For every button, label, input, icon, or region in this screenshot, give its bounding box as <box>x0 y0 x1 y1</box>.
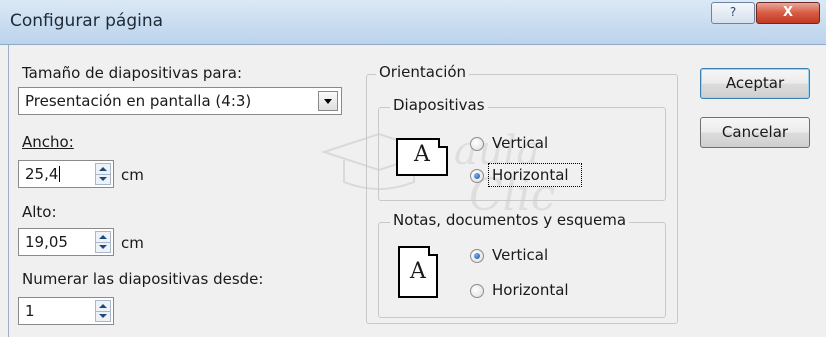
width-value: 25,4 <box>25 165 59 183</box>
height-unit: cm <box>121 234 144 252</box>
height-decrement-icon[interactable] <box>96 242 110 252</box>
width-unit: cm <box>121 166 144 184</box>
slides-horizontal-radio[interactable] <box>470 169 484 183</box>
window-title: Configurar página <box>10 11 164 31</box>
notes-vertical-radio[interactable] <box>470 249 484 263</box>
notes-horizontal-label[interactable]: Horizontal <box>492 281 569 299</box>
numbering-spinner[interactable]: 1 <box>18 297 114 325</box>
text-caret <box>59 166 61 182</box>
notes-horizontal-radio[interactable] <box>470 284 484 298</box>
width-spinner[interactable]: 25,4 <box>18 160 114 188</box>
slide-size-label: Tamaño de diapositivas para: <box>22 64 243 82</box>
numbering-value: 1 <box>25 302 35 320</box>
height-value: 19,05 <box>25 233 68 251</box>
height-label: Alto: <box>22 203 57 221</box>
orientation-title: Orientación <box>376 63 470 81</box>
portrait-page-icon: A <box>398 246 438 298</box>
slides-title: Diapositivas <box>390 96 488 114</box>
chevron-down-icon[interactable] <box>318 91 338 111</box>
cancel-button[interactable]: Cancelar <box>700 117 810 148</box>
width-decrement-icon[interactable] <box>96 174 110 184</box>
height-spinner[interactable]: 19,05 <box>18 228 114 256</box>
slides-vertical-radio[interactable] <box>470 137 484 151</box>
numbering-decrement-icon[interactable] <box>96 311 110 321</box>
slides-vertical-label[interactable]: Vertical <box>492 134 548 152</box>
page-icon-letter: A <box>410 259 426 284</box>
help-button[interactable]: ? <box>711 2 755 24</box>
ok-button[interactable]: Aceptar <box>700 68 810 99</box>
notes-title: Notas, documentos y esquema <box>390 211 630 229</box>
close-button[interactable]: X <box>756 2 820 24</box>
title-bar: Configurar página ? X <box>0 0 826 45</box>
slide-size-value: Presentación en pantalla (4:3) <box>25 92 252 110</box>
slide-size-select[interactable]: Presentación en pantalla (4:3) <box>18 87 342 115</box>
notes-vertical-label[interactable]: Vertical <box>492 246 548 264</box>
width-label: Ancho: <box>22 133 74 151</box>
numbering-label: Numerar las diapositivas desde: <box>22 270 264 288</box>
slides-horizontal-label[interactable]: Horizontal <box>492 166 569 184</box>
page-icon-letter: A <box>414 142 430 167</box>
landscape-page-icon: A <box>396 138 448 176</box>
